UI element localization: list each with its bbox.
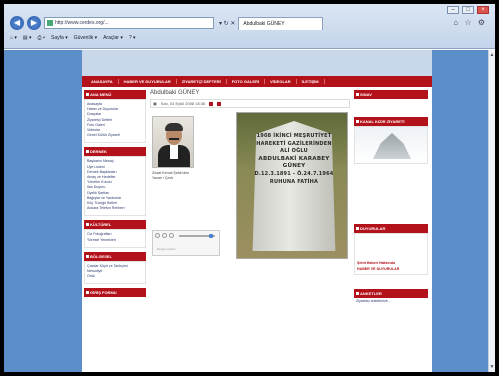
vertical-scrollbar[interactable]: ▲ ▼: [488, 50, 495, 372]
forward-icon[interactable]: ▶: [27, 16, 41, 30]
dernek-list: Başkanın Mesajı Üye Listesi Dernek Başka…: [84, 156, 146, 217]
email-icon[interactable]: [217, 101, 222, 106]
pdf-icon[interactable]: [209, 101, 214, 106]
list-item[interactable]: Ankara Telefon Rehberi: [87, 206, 143, 211]
address-text: http://www.cerdes.org/...: [55, 20, 109, 26]
menu-item-gallery[interactable]: FOTO GALERİ: [227, 79, 265, 84]
help-icon[interactable]: ? ▾: [129, 35, 136, 41]
browser-chrome: – □ × ◀ ▶ http://www.cerdes.org/... ▾ ↻ …: [4, 4, 495, 49]
safety-menu[interactable]: Güvenlik ▾: [74, 35, 97, 41]
command-bar: ⌂ ▾ ▤ ▾ ⎙ ▾ Sayfa ▾ Güvenlik ▾ Araçlar ▾…: [10, 35, 136, 41]
article: Abdulbaki GÜNEY ▣ Salı, 03 Eylül 2008 18…: [150, 90, 350, 259]
browser-tab[interactable]: Abdulbaki GÜNEY: [238, 16, 324, 30]
slider-knob[interactable]: [209, 234, 213, 238]
media-player[interactable]: Medya oynatıcı: [152, 230, 220, 256]
minimize-button[interactable]: –: [447, 6, 459, 14]
portrait-mustache: [169, 138, 179, 140]
player-status: Medya oynatıcı: [157, 247, 176, 251]
bolgesel-header: BÖLGESEL: [84, 251, 146, 261]
player-controls: [155, 233, 174, 238]
dernek-header: DERNEK: [84, 147, 146, 157]
inscription-line: RUHUNA FATİHA: [269, 178, 319, 185]
close-button[interactable]: ×: [477, 6, 489, 14]
ana-menu-header: ANA MENÜ: [84, 90, 146, 99]
article-date: Salı, 03 Eylül 2008 18:36: [160, 101, 206, 106]
portrait-hair: [165, 123, 183, 131]
right-sidebar: SINAV KANAL KIZIR ZİYARETİ DUYURULAR Şeh…: [354, 90, 428, 310]
kumru-body: [354, 126, 428, 164]
kulturel-header: KÜLTÜREL: [84, 220, 146, 230]
duyurular-body: Şehit Haberi Hakkında HABER VE DUYURULAR: [354, 233, 428, 275]
page-title: Abdulbaki GÜNEY: [150, 90, 200, 96]
duyurular-header: DUYURULAR: [354, 224, 428, 233]
monument-shape: [373, 133, 411, 159]
menu-item-contact[interactable]: İLETİŞİM: [297, 79, 325, 84]
inscription-line: D.12.3.1891 - Ö.24.7.1964: [254, 170, 334, 177]
inscription-line: 1908 İKİNCİ MEŞRUTİYET: [256, 133, 332, 139]
anketler-header: ANKETLER: [354, 289, 428, 298]
pause-icon[interactable]: [162, 233, 167, 238]
kumru-header: KANAL KIZIR ZİYARETİ: [354, 117, 428, 126]
home-icon[interactable]: ⌂ ▾: [10, 35, 17, 41]
menu-item-home[interactable]: ANASAYFA: [86, 79, 119, 84]
window-controls: – □ ×: [447, 6, 489, 14]
inscription-line: ALİ OĞLU: [280, 148, 308, 155]
article-meta: ▣ Salı, 03 Eylül 2008 18:36: [150, 99, 350, 108]
scroll-up-icon[interactable]: ▲: [489, 52, 495, 58]
navigation-bar: ◀ ▶ http://www.cerdes.org/... ▾ ↻ ✕ Abdu…: [10, 16, 324, 30]
tab-title: Abdulbaki GÜNEY: [243, 20, 285, 27]
site-container: ANASAYFA HABER VE DUYURULAR ZİYARETÇİ DE…: [82, 50, 432, 372]
page-menu[interactable]: Sayfa ▾: [51, 35, 68, 41]
list-item[interactable]: Genel Kültür Ziyareti: [87, 133, 143, 138]
caption-line: Yazan / Çevir: [152, 176, 174, 180]
stop-icon[interactable]: [169, 233, 174, 238]
sinav-header: SINAV: [354, 90, 428, 99]
back-icon[interactable]: ◀: [10, 16, 24, 30]
gravestone-inscription: 1908 İKİNCİ MEŞRUTİYET HAREKETİ GAZİLERİ…: [251, 133, 337, 186]
feeds-icon[interactable]: ▤ ▾: [23, 35, 32, 41]
monument-image[interactable]: [355, 127, 427, 163]
anketler-box: ANKETLER Ziyaretçi anketimize...: [354, 289, 428, 304]
address-tools-icon[interactable]: ▾ ↻ ✕: [219, 20, 235, 27]
home-star-gear-icons[interactable]: ⌂ ☆ ⚙: [453, 18, 487, 27]
list-item[interactable]: Ordu: [87, 274, 143, 279]
ana-menu-list: Anasayfa Haber ve Duyurular Dosyalar Ziy…: [84, 99, 146, 144]
menu-item-videos[interactable]: VİDEOLAR: [265, 79, 297, 84]
menu-item-guestbook[interactable]: ZİYARETÇİ DEFTERİ: [177, 79, 227, 84]
page-viewport: ANASAYFA HABER VE DUYURULAR ZİYARETÇİ DE…: [4, 50, 488, 372]
menu-item-news[interactable]: HABER VE DUYURULAR: [119, 79, 177, 84]
bolgesel-list: Çavdar Köyü ve Tarihçesi Mesudiye Ordu: [84, 260, 146, 285]
portrait-shirt: [170, 145, 178, 159]
favicon-icon: [47, 20, 53, 26]
screen: – □ × ◀ ▶ http://www.cerdes.org/... ▾ ↻ …: [4, 4, 495, 372]
kumru-box: KANAL KIZIR ZİYARETİ: [354, 117, 428, 164]
gravestone-photo: 1908 İKİNCİ MEŞRUTİYET HAREKETİ GAZİLERİ…: [236, 112, 348, 259]
giris-formu-header: GİRİŞ FORMU: [84, 288, 146, 298]
address-bar[interactable]: http://www.cerdes.org/...: [44, 17, 214, 29]
kulturel-list: Ciz Fotoğrafları Yöresel Yemekleri: [84, 229, 146, 248]
list-item[interactable]: Yöresel Yemekleri: [87, 238, 143, 243]
main-menu: ANASAYFA HABER VE DUYURULAR ZİYARETÇİ DE…: [82, 76, 432, 87]
volume-slider[interactable]: [179, 234, 215, 238]
maximize-button[interactable]: □: [462, 6, 474, 14]
play-icon[interactable]: [155, 233, 160, 238]
site-banner: [82, 50, 432, 76]
photo-caption: Ziraat Kemal Şahin'den Yazan / Çevir: [152, 171, 200, 181]
calendar-icon: ▣: [153, 101, 157, 106]
sinav-box: SINAV: [354, 90, 428, 99]
inscription-line: GÜNEY: [282, 163, 306, 170]
news-link[interactable]: HABER VE DUYURULAR: [355, 266, 427, 272]
print-icon[interactable]: ⎙ ▾: [38, 35, 46, 41]
tools-menu[interactable]: Araçlar ▾: [103, 35, 123, 41]
portrait-photo: [152, 116, 194, 168]
left-sidebar: ANA MENÜ Anasayfa Haber ve Duyurular Dos…: [84, 90, 146, 298]
duyurular-box: DUYURULAR Şehit Haberi Hakkında HABER VE…: [354, 224, 428, 275]
scroll-down-icon[interactable]: ▼: [489, 364, 495, 370]
poll-text: Ziyaretçi anketimize...: [356, 299, 391, 303]
